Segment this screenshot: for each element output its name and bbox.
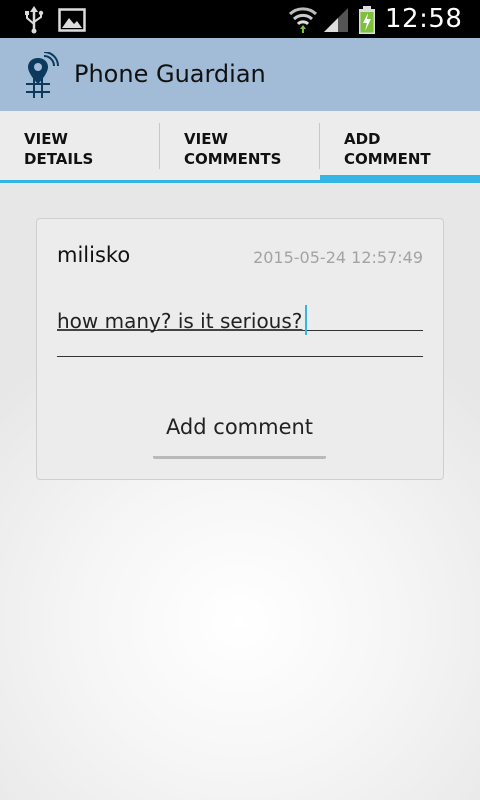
- comment-card: milisko 2015-05-24 12:57:49 how many? is…: [36, 218, 444, 480]
- tab-bar: VIEW DETAILS VIEW COMMENTS ADD COMMENT: [0, 111, 480, 183]
- tab-view-details[interactable]: VIEW DETAILS: [0, 111, 160, 183]
- content-area: milisko 2015-05-24 12:57:49 how many? is…: [0, 183, 480, 800]
- tab-view-comments[interactable]: VIEW COMMENTS: [160, 111, 320, 183]
- comment-value: how many? is it serious?: [57, 309, 303, 333]
- text-cursor: [305, 305, 308, 335]
- battery-charging-icon: [358, 6, 376, 38]
- tab-label: ADD COMMENT: [344, 130, 431, 168]
- signal-icon: [322, 6, 350, 36]
- action-bar: Phone Guardian: [0, 38, 480, 111]
- input-underline: [57, 356, 423, 357]
- add-comment-button[interactable]: Add comment: [153, 405, 326, 459]
- status-bar: 12:58: [0, 0, 480, 38]
- usb-icon: [24, 6, 44, 38]
- tab-indicator-active: [320, 175, 480, 183]
- clock: 12:58: [385, 4, 463, 34]
- wifi-icon: [288, 4, 318, 38]
- comment-input-text: how many? is it serious?: [57, 305, 308, 335]
- gallery-icon: [58, 8, 86, 36]
- app-title: Phone Guardian: [74, 60, 266, 88]
- timestamp: 2015-05-24 12:57:49: [253, 248, 423, 267]
- tab-label: VIEW DETAILS: [24, 130, 94, 168]
- username: milisko: [57, 243, 131, 267]
- add-comment-button-label: Add comment: [165, 415, 314, 439]
- tab-add-comment[interactable]: ADD COMMENT: [320, 111, 480, 183]
- tab-label: VIEW COMMENTS: [184, 130, 282, 168]
- phone-guardian-icon[interactable]: [22, 51, 60, 102]
- comment-input[interactable]: how many? is it serious?: [57, 301, 423, 335]
